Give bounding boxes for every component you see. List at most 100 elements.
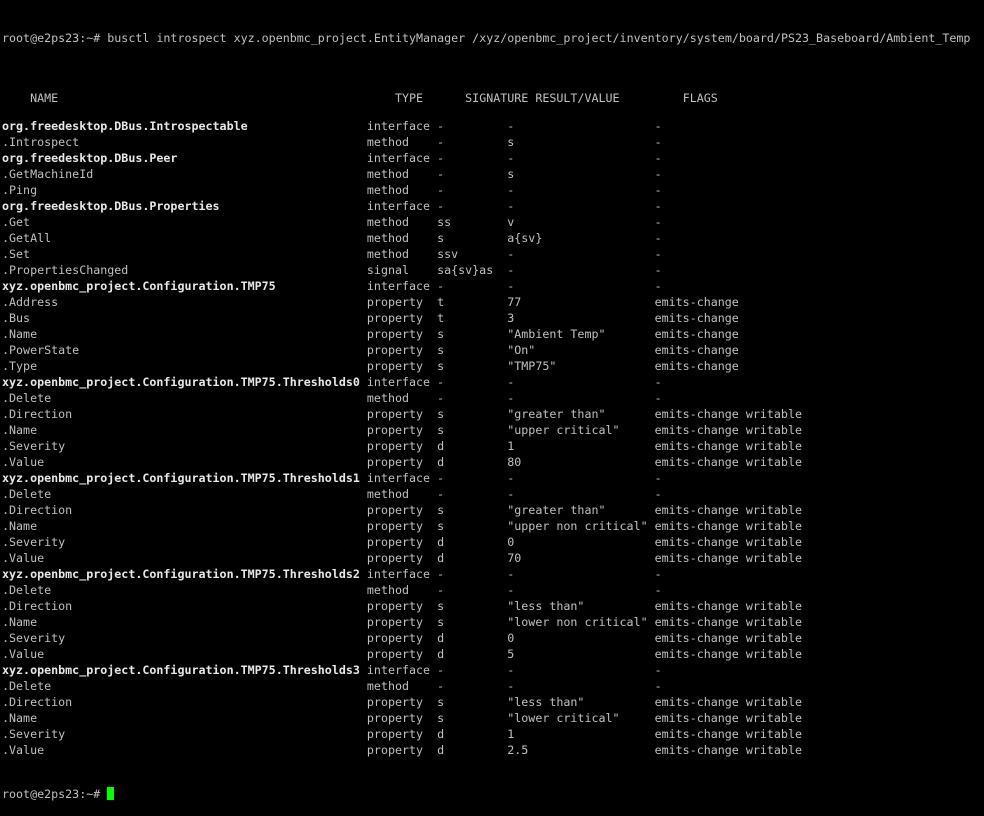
cell-signature: ssv xyxy=(437,247,459,261)
terminal-window[interactable]: root@e2ps23:~# busctl introspect xyz.ope… xyxy=(2,2,970,816)
cell-flags: - xyxy=(654,391,662,405)
cell-result: - xyxy=(507,391,515,405)
cell-type: property xyxy=(366,407,424,421)
cell-type: method xyxy=(366,583,410,597)
cell-name: .Direction xyxy=(2,599,73,613)
cell-signature: ss xyxy=(437,215,452,229)
member-row: .Severity property d 1 emits-change writable xyxy=(2,726,970,742)
cell-result: - xyxy=(507,471,515,485)
cell-name: .Address xyxy=(2,295,59,309)
cell-signature: sa{sv}as xyxy=(437,263,494,277)
cell-name: .Severity xyxy=(2,535,66,549)
cell-result: "less than" xyxy=(507,695,585,709)
cell-type: method xyxy=(366,231,410,245)
member-row: .Direction property s "greater than" emits-c… xyxy=(2,406,970,422)
cell-result: 0 xyxy=(507,631,515,645)
cell-flags: emits-change xyxy=(654,359,739,373)
member-row: .Value property d 70 emits-change writable xyxy=(2,550,970,566)
member-row: .Delete method - - - xyxy=(2,486,970,502)
cell-name: .Name xyxy=(2,423,38,437)
cell-flags: - xyxy=(654,471,662,485)
cell-signature: s xyxy=(437,615,445,629)
cell-signature: - xyxy=(437,119,445,133)
cell-result: a{sv} xyxy=(507,231,543,245)
cell-signature: - xyxy=(437,199,445,213)
cell-type: method xyxy=(366,679,410,693)
cell-flags: emits-change writable xyxy=(654,711,802,725)
cursor xyxy=(107,787,115,800)
cell-type: property xyxy=(366,711,424,725)
cell-name: .Set xyxy=(2,247,31,261)
cell-result: 2.5 xyxy=(507,743,529,757)
cell-type: property xyxy=(366,295,424,309)
cell-name: .Name xyxy=(2,711,38,725)
cell-type: property xyxy=(366,327,424,341)
interface-row: org.freedesktop.DBus.Introspectable inter… xyxy=(2,118,970,134)
cell-type: property xyxy=(366,439,424,453)
cell-result: - xyxy=(507,183,515,197)
cell-signature: s xyxy=(437,423,445,437)
cell-signature: d xyxy=(437,727,445,741)
member-row: .Delete method - - - xyxy=(2,678,970,694)
cell-type: property xyxy=(366,423,424,437)
cell-flags: emits-change writable xyxy=(654,439,802,453)
table-header: NAME TYPE SIGNATURE RESULT/VALUE FLAGS xyxy=(2,74,970,105)
cell-name: .Severity xyxy=(2,631,66,645)
cell-name: xyz.openbmc_project.Configuration.TMP75.… xyxy=(2,663,360,677)
cell-signature: - xyxy=(437,471,445,485)
cell-signature: s xyxy=(437,231,445,245)
cell-name: xyz.openbmc_project.Configuration.TMP75.… xyxy=(2,567,360,581)
interface-row: xyz.openbmc_project.Configuration.TMP75.… xyxy=(2,374,970,390)
cell-flags: emits-change xyxy=(654,295,739,309)
cell-name: xyz.openbmc_project.Configuration.TMP75.… xyxy=(2,375,360,389)
cell-flags: - xyxy=(654,375,662,389)
interface-row: org.freedesktop.DBus.Peer interface - - - xyxy=(2,150,970,166)
cell-type: method xyxy=(366,135,410,149)
cell-signature: d xyxy=(437,455,445,469)
member-row: .Name property s "lower non critical" emits-… xyxy=(2,614,970,630)
cell-result: "greater than" xyxy=(507,503,606,517)
member-row: .GetAll method s a{sv} - xyxy=(2,230,970,246)
cell-result: "Ambient Temp" xyxy=(507,327,606,341)
member-row: .GetMachineId method - s - xyxy=(2,166,970,182)
cell-name: .GetAll xyxy=(2,231,52,245)
cell-signature: - xyxy=(437,663,445,677)
cell-type: property xyxy=(366,599,424,613)
cell-result: - xyxy=(507,375,515,389)
member-row: .Direction property s "greater than" emits-c… xyxy=(2,502,970,518)
cell-result: - xyxy=(507,119,515,133)
cell-signature: t xyxy=(437,311,445,325)
prompt-line[interactable]: root@e2ps23:~# xyxy=(2,786,970,802)
cell-flags: - xyxy=(654,487,662,501)
cell-signature: s xyxy=(437,359,445,373)
member-row: .Value property d 5 emits-change writable xyxy=(2,646,970,662)
cell-signature: - xyxy=(437,135,445,149)
cell-type: signal xyxy=(366,263,410,277)
member-row: .PowerState property s "On" emits-change xyxy=(2,342,970,358)
cell-type: interface xyxy=(366,119,431,133)
cell-flags: emits-change xyxy=(654,343,739,357)
interface-row: xyz.openbmc_project.Configuration.TMP75 i… xyxy=(2,278,970,294)
cell-result: "On" xyxy=(507,343,536,357)
cell-flags: emits-change writable xyxy=(654,615,802,629)
interface-row: org.freedesktop.DBus.Properties interface… xyxy=(2,198,970,214)
cell-result: 1 xyxy=(507,439,515,453)
cell-flags: emits-change writable xyxy=(654,407,802,421)
cell-result: - xyxy=(507,567,515,581)
cell-flags: emits-change xyxy=(654,327,739,341)
member-row: .Ping method - - - xyxy=(2,182,970,198)
cell-result: 3 xyxy=(507,311,515,325)
cell-type: interface xyxy=(366,199,431,213)
interface-row: xyz.openbmc_project.Configuration.TMP75.… xyxy=(2,662,970,678)
cell-flags: - xyxy=(654,663,662,677)
member-row: .Direction property s "less than" emits-chan… xyxy=(2,694,970,710)
cell-flags: - xyxy=(654,183,662,197)
cell-flags: - xyxy=(654,151,662,165)
cell-signature: - xyxy=(437,391,445,405)
cell-result: "lower non critical" xyxy=(507,615,648,629)
cell-flags: - xyxy=(654,167,662,181)
cell-result: "less than" xyxy=(507,599,585,613)
cell-result: "upper non critical" xyxy=(507,519,648,533)
cell-name: .Name xyxy=(2,327,38,341)
header-type: TYPE xyxy=(394,91,424,105)
